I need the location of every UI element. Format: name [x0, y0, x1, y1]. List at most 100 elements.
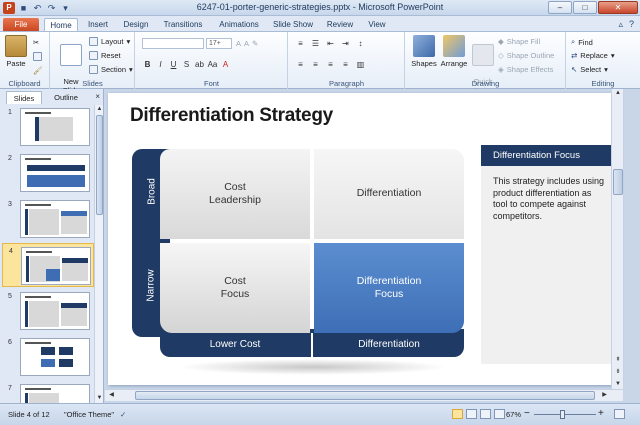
font-size-field[interactable]: 17+ — [206, 38, 232, 49]
zoom-slider[interactable] — [534, 414, 596, 415]
increase-indent-icon[interactable]: ⇥ — [340, 38, 351, 49]
zoom-in-icon[interactable]: + — [598, 408, 604, 419]
slide-canvas[interactable]: Differentiation Strategy Broad Narrow Lo… — [108, 93, 620, 385]
bold-icon[interactable]: B — [142, 59, 153, 70]
tab-view[interactable]: View — [362, 18, 392, 32]
line-spacing-icon[interactable]: ↕ — [355, 38, 366, 49]
cut-button[interactable]: ✂ — [33, 38, 39, 47]
shapes-button[interactable]: Shapes — [410, 35, 438, 68]
fit-to-window-icon[interactable] — [614, 409, 625, 419]
clear-format-icon[interactable]: ✎ — [252, 39, 258, 48]
align-right-icon[interactable]: ≡ — [325, 59, 336, 70]
tab-slide-show[interactable]: Slide Show — [270, 18, 316, 32]
row-label-broad: Broad — [146, 178, 158, 205]
slide-thumbnail-1[interactable]: 1 — [2, 105, 94, 149]
slide-title[interactable]: Differentiation Strategy — [130, 105, 333, 127]
arrange-button[interactable]: Arrange — [440, 35, 468, 68]
cell-differentiation-focus[interactable]: Differentiation Focus — [314, 243, 464, 333]
tab-outline[interactable]: Outline — [46, 91, 86, 104]
close-button[interactable]: ✕ — [598, 1, 638, 14]
scroll-right-icon[interactable]: ▶ — [600, 391, 609, 400]
zoom-slider-knob[interactable] — [560, 410, 565, 419]
tab-slides[interactable]: Slides — [6, 91, 42, 104]
char-spacing-icon[interactable]: ab — [194, 59, 205, 70]
grow-font-icon[interactable]: A — [236, 39, 241, 48]
theme-name[interactable]: "Office Theme" — [64, 410, 114, 419]
numbering-icon[interactable]: ☰ — [310, 38, 321, 49]
layout-button[interactable]: Layout ▾ — [89, 37, 130, 46]
slide-thumbnail-2[interactable]: 2 — [2, 151, 94, 195]
info-box-title[interactable]: Differentiation Focus — [481, 145, 617, 166]
horizontal-scroll-thumb[interactable] — [135, 391, 595, 400]
help-icon[interactable]: ? — [629, 19, 634, 30]
find-button[interactable]: ⌕ Find — [571, 37, 593, 47]
next-slide-icon[interactable]: ⇟ — [612, 368, 624, 377]
slide-thumbnail-3[interactable]: 3 — [2, 197, 94, 241]
close-panel-icon[interactable]: × — [95, 92, 100, 101]
tab-review[interactable]: Review — [322, 18, 358, 32]
slide-vertical-scrollbar[interactable]: ▲ ⇞ ⇟ ▼ — [611, 89, 623, 389]
maximize-button[interactable]: □ — [573, 1, 597, 14]
thumbnails-scroll-thumb[interactable] — [96, 115, 103, 215]
font-name-field[interactable] — [142, 38, 204, 49]
paste-button[interactable]: Paste — [4, 35, 28, 68]
scroll-left-icon[interactable]: ◀ — [107, 391, 116, 400]
justify-icon[interactable]: ≡ — [340, 59, 351, 70]
tab-insert[interactable]: Insert — [82, 18, 114, 32]
columns-icon[interactable]: ▥ — [355, 59, 366, 70]
quick-styles-icon — [472, 44, 494, 66]
scroll-down-icon[interactable]: ▼ — [95, 394, 104, 403]
format-painter-button[interactable]: 🖌 — [33, 66, 43, 75]
italic-icon[interactable]: I — [155, 59, 166, 70]
decrease-indent-icon[interactable]: ⇤ — [325, 38, 336, 49]
slide-scroll-down-icon[interactable]: ▼ — [612, 380, 624, 389]
replace-button[interactable]: ⇄ Replace ▾ — [571, 51, 615, 60]
copy-button[interactable] — [33, 52, 42, 61]
reset-button[interactable]: Reset — [89, 51, 121, 60]
minimize-button[interactable]: – — [548, 1, 572, 14]
ribbon-right-controls: ▵ ? — [618, 19, 634, 30]
minimize-ribbon-icon[interactable]: ▵ — [618, 19, 623, 30]
scroll-up-icon[interactable]: ▲ — [95, 105, 104, 114]
slide-horizontal-scrollbar[interactable]: ◀ ▶ — [105, 389, 623, 401]
bullets-icon[interactable]: ≡ — [295, 38, 306, 49]
align-center-icon[interactable]: ≡ — [310, 59, 321, 70]
shape-fill-button[interactable]: ◆ Shape Fill — [498, 37, 540, 46]
align-left-icon[interactable]: ≡ — [295, 59, 306, 70]
change-case-icon[interactable]: Aa — [207, 59, 218, 70]
zoom-level[interactable]: 67% — [506, 410, 521, 419]
tab-home[interactable]: Home — [44, 18, 78, 32]
zoom-out-icon[interactable]: − — [524, 408, 530, 419]
normal-view-icon[interactable] — [452, 409, 463, 419]
underline-icon[interactable]: U — [168, 59, 179, 70]
cell-cost-leadership[interactable]: Cost Leadership — [160, 149, 310, 239]
cell-cost-focus[interactable]: Cost Focus — [160, 243, 310, 333]
shrink-font-icon[interactable]: A — [244, 39, 249, 48]
strikethrough-icon[interactable]: S — [181, 59, 192, 70]
info-box-text[interactable]: This strategy includes using product dif… — [481, 166, 617, 364]
select-button[interactable]: ↖ Select ▾ — [571, 65, 608, 74]
tab-file[interactable]: File — [3, 18, 39, 32]
font-color-icon[interactable]: A — [220, 59, 231, 70]
cell-differentiation[interactable]: Differentiation — [314, 149, 464, 239]
tab-transitions[interactable]: Transitions — [158, 18, 208, 32]
spell-check-icon[interactable]: ✓ — [120, 410, 126, 419]
thumbnails-scrollbar[interactable]: ▲ ▼ — [94, 105, 103, 403]
section-button[interactable]: Section ▾ — [89, 65, 133, 74]
slide-show-view-icon[interactable] — [494, 409, 505, 419]
reading-view-icon[interactable] — [480, 409, 491, 419]
slide-scroll-thumb[interactable] — [613, 169, 623, 195]
slide-thumbnail-6[interactable]: 6 — [2, 335, 94, 379]
slide-thumbnail-4[interactable]: 4 — [2, 243, 94, 287]
shape-outline-label: Shape Outline — [506, 51, 555, 60]
shape-effects-button[interactable]: ◈ Shape Effects — [498, 65, 553, 74]
slide-scroll-up-icon[interactable]: ▲ — [612, 89, 624, 98]
slide-thumbnail-7[interactable]: 7 — [2, 381, 94, 403]
thumb-preview — [20, 384, 90, 403]
tab-animations[interactable]: Animations — [214, 18, 264, 32]
shape-outline-button[interactable]: ◇ Shape Outline — [498, 51, 554, 60]
tab-design[interactable]: Design — [118, 18, 154, 32]
slide-thumbnail-5[interactable]: 5 — [2, 289, 94, 333]
previous-slide-icon[interactable]: ⇞ — [612, 356, 624, 365]
slide-sorter-view-icon[interactable] — [466, 409, 477, 419]
